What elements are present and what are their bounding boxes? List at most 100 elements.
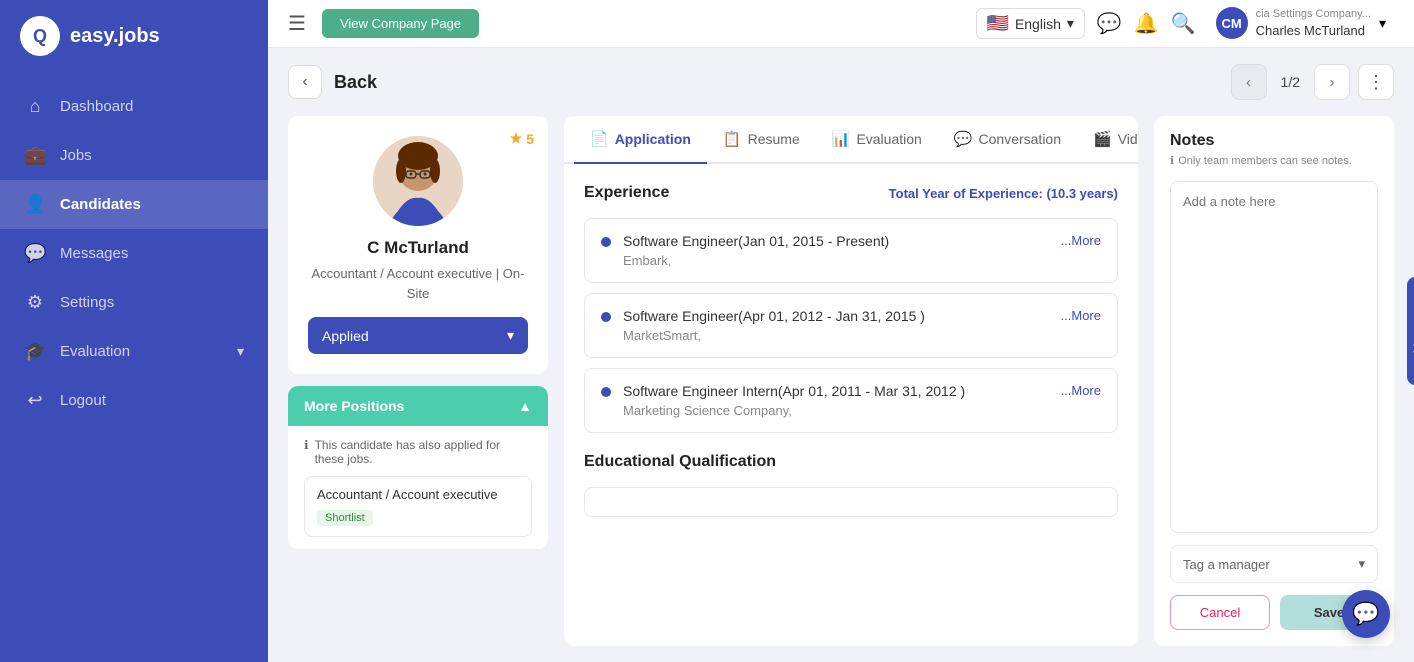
candidate-name: C McTurland [367, 238, 469, 258]
candidates-icon: 👤 [24, 194, 46, 215]
search-icon[interactable]: 🔍 [1171, 11, 1196, 36]
exp-dot-1 [601, 312, 611, 322]
chat-icon[interactable]: 💬 [1097, 11, 1122, 36]
position-item[interactable]: Accountant / Account executive Shortlist [304, 476, 532, 537]
more-positions-title: More Positions [304, 398, 404, 414]
sidebar-label-logout: Logout [60, 392, 106, 409]
logout-icon: ↩ [24, 390, 46, 411]
tab-conversation[interactable]: 💬 Conversation [938, 116, 1077, 164]
tab-application[interactable]: 📄 Application [574, 116, 707, 164]
sidebar-item-settings[interactable]: ⚙ Settings [0, 278, 268, 327]
tag-manager-dropdown[interactable]: Tag a manager ▾ [1170, 545, 1378, 583]
video-tab-icon: 🎬 [1093, 130, 1112, 148]
info-icon: ℹ [304, 438, 309, 452]
sidebar-item-jobs[interactable]: 💼 Jobs [0, 131, 268, 180]
exp-title-2: Software Engineer Intern(Apr 01, 2011 - … [623, 383, 1049, 399]
tab-video-label: Video [1118, 131, 1138, 147]
sidebar-item-candidates[interactable]: 👤 Candidates [0, 180, 268, 229]
exp-dot-0 [601, 237, 611, 247]
avatar: CM [1216, 7, 1248, 39]
candidate-card: ★ 5 [288, 116, 548, 374]
candidate-title: Accountant / Account executive | On-Site [308, 264, 528, 303]
exp-more-0[interactable]: ...More [1061, 233, 1101, 248]
star-badge: ★ 5 [510, 130, 534, 147]
collapse-icon: ▲ [518, 398, 532, 414]
tab-video[interactable]: 🎬 Video [1077, 116, 1138, 164]
exp-title-0: Software Engineer(Jan 01, 2015 - Present… [623, 233, 1049, 249]
star-icon: ★ [510, 130, 523, 147]
sidebar-label-jobs: Jobs [60, 147, 92, 164]
flag-icon: 🇺🇸 [987, 13, 1009, 34]
exp-company-1: MarketSmart, [623, 328, 1049, 343]
jobs-icon: 💼 [24, 145, 46, 166]
education-section: Educational Qualification [584, 453, 1118, 517]
tab-application-label: Application [615, 131, 691, 147]
topbar-icons: 💬 🔔 🔍 [1097, 11, 1196, 36]
status-label: Applied [322, 328, 369, 344]
tab-content: Experience Total Year of Experience: (10… [564, 164, 1138, 646]
exp-card-0: Software Engineer(Jan 01, 2015 - Present… [584, 218, 1118, 283]
back-button[interactable]: ‹ [288, 65, 322, 99]
cancel-button[interactable]: Cancel [1170, 595, 1270, 630]
more-positions-body: ℹ This candidate has also applied for th… [288, 426, 548, 549]
education-header: Educational Qualification [584, 453, 1118, 471]
sidebar-label-evaluation: Evaluation [60, 343, 130, 360]
settings-icon: ⚙ [24, 292, 46, 313]
shortlist-badge: Shortlist [317, 510, 373, 526]
experience-title: Experience [584, 184, 669, 202]
prev-button[interactable]: ‹ [1231, 64, 1267, 100]
chat-bubble[interactable]: 💬 [1342, 590, 1390, 638]
status-dropdown[interactable]: Applied ▾ [308, 317, 528, 354]
page-title: Back [334, 72, 377, 93]
notes-textarea[interactable] [1170, 181, 1378, 533]
tag-chevron-icon: ▾ [1358, 556, 1365, 572]
more-options-button[interactable]: ⋮ [1358, 64, 1394, 100]
exp-company-0: Embark, [623, 253, 1049, 268]
application-tab-icon: 📄 [590, 130, 609, 148]
edu-card [584, 487, 1118, 517]
exp-card-2: Software Engineer Intern(Apr 01, 2011 - … [584, 368, 1118, 433]
lang-chevron-icon: ▾ [1067, 15, 1074, 32]
tab-resume-label: Resume [748, 131, 800, 147]
talk-to-support[interactable]: Talk to Support [1407, 277, 1414, 385]
tab-resume[interactable]: 📋 Resume [707, 116, 816, 164]
evaluation-chevron-icon: ▾ [237, 343, 244, 360]
language-selector[interactable]: 🇺🇸 English ▾ [976, 8, 1085, 39]
more-positions-header[interactable]: More Positions ▲ [288, 386, 548, 426]
tab-evaluation-label: Evaluation [856, 131, 921, 147]
sidebar-nav: ⌂ Dashboard 💼 Jobs 👤 Candidates 💬 Messag… [0, 72, 268, 662]
notes-title: Notes [1170, 132, 1378, 150]
user-chevron-icon: ▾ [1379, 15, 1386, 32]
sidebar-item-logout[interactable]: ↩ Logout [0, 376, 268, 425]
exp-dot-2 [601, 387, 611, 397]
tab-evaluation[interactable]: 📊 Evaluation [816, 116, 938, 164]
user-name: Charles McTurland [1256, 22, 1371, 40]
sidebar-item-messages[interactable]: 💬 Messages [0, 229, 268, 278]
right-panel: Notes ℹ Only team members can see notes.… [1154, 116, 1394, 646]
topbar: ☰ View Company Page 🇺🇸 English ▾ 💬 🔔 🔍 C… [268, 0, 1414, 48]
messages-icon: 💬 [24, 243, 46, 264]
more-positions-card: More Positions ▲ ℹ This candidate has al… [288, 386, 548, 549]
status-chevron-icon: ▾ [507, 327, 514, 344]
positions-note: ℹ This candidate has also applied for th… [304, 438, 532, 466]
bell-icon[interactable]: 🔔 [1134, 11, 1159, 36]
exp-more-2[interactable]: ...More [1061, 383, 1101, 398]
education-title: Educational Qualification [584, 453, 776, 471]
conversation-tab-icon: 💬 [954, 130, 973, 148]
home-icon: ⌂ [24, 96, 46, 117]
user-menu[interactable]: CM cia Settings Company... Charles McTur… [1208, 3, 1394, 45]
tab-bar: 📄 Application 📋 Resume 📊 Evaluation 💬 Co… [564, 116, 1138, 164]
exp-more-1[interactable]: ...More [1061, 308, 1101, 323]
exp-company-2: Marketing Science Company, [623, 403, 1049, 418]
next-button[interactable]: › [1314, 64, 1350, 100]
left-panel: ★ 5 [288, 116, 548, 646]
nav-count: 1/2 [1275, 74, 1306, 90]
sidebar-item-dashboard[interactable]: ⌂ Dashboard [0, 82, 268, 131]
tag-manager-label: Tag a manager [1183, 557, 1270, 572]
menu-icon[interactable]: ☰ [288, 11, 306, 36]
language-label: English [1015, 16, 1061, 32]
experience-header: Experience Total Year of Experience: (10… [584, 184, 1118, 202]
view-company-button[interactable]: View Company Page [322, 9, 479, 38]
sidebar-item-evaluation[interactable]: 🎓 Evaluation ▾ [0, 327, 268, 376]
notes-subtitle: ℹ Only team members can see notes. [1170, 154, 1378, 167]
